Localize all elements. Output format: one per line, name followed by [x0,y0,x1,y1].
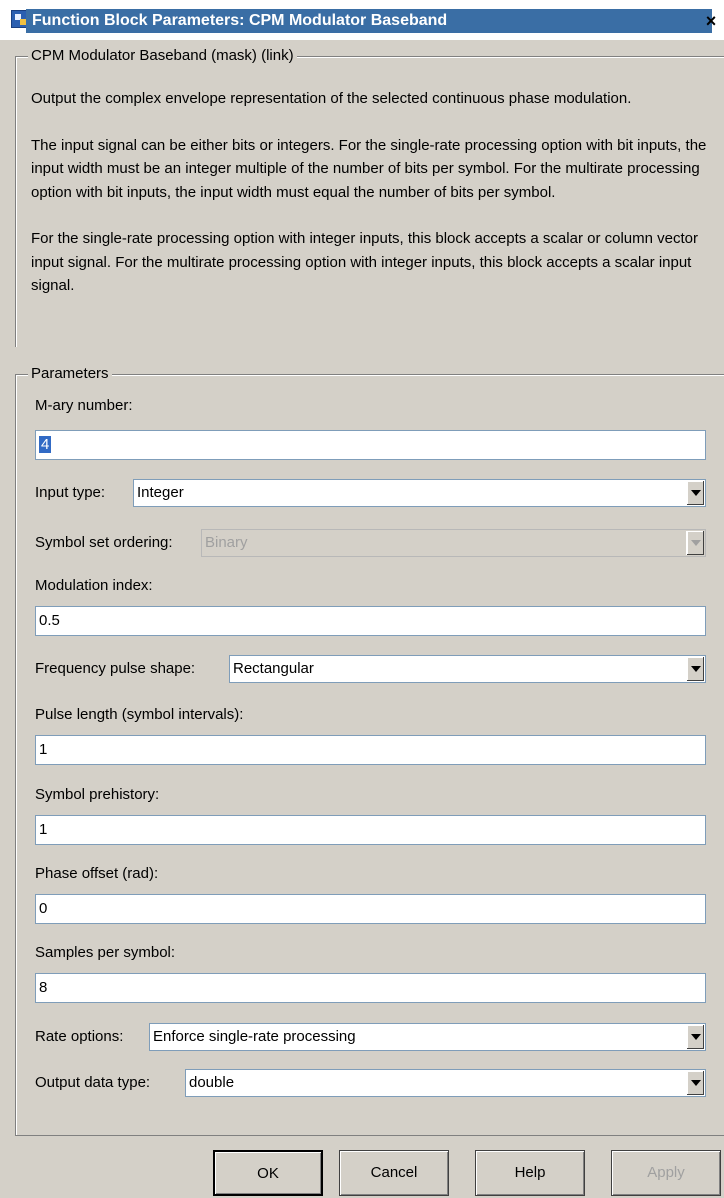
symbol-prehistory-label: Symbol prehistory: [35,786,160,803]
input-type-value: Integer [137,484,184,501]
rate-options-select[interactable]: Enforce single-rate processing [149,1023,706,1051]
mary-number-label: M-ary number: [35,397,133,414]
apply-button: Apply [611,1150,721,1196]
symbol-ordering-select: Binary [201,529,706,557]
pulse-length-label: Pulse length (symbol intervals): [35,706,244,723]
output-data-type-select[interactable]: double [185,1069,706,1097]
frequency-pulse-value: Rectangular [233,660,314,677]
frequency-pulse-label: Frequency pulse shape: [35,660,196,677]
chevron-down-icon[interactable] [686,1025,704,1049]
modulation-index-label: Modulation index: [35,577,153,594]
chevron-down-icon[interactable] [686,1071,704,1095]
phase-offset-label: Phase offset (rad): [35,865,159,882]
description-legend: CPM Modulator Baseband (mask) (link) [28,47,297,65]
mary-number-input[interactable]: 4 [35,430,706,460]
output-data-type-label: Output data type: [35,1074,151,1091]
title-bar: Function Block Parameters: CPM Modulator… [0,0,724,40]
input-type-select[interactable]: Integer [133,479,706,507]
description-paragraph: For the single-rate processing option wi… [31,230,698,294]
parameters-legend: Parameters [28,365,112,383]
help-button[interactable]: Help [475,1150,585,1196]
input-type-label: Input type: [35,484,106,501]
chevron-down-icon[interactable] [686,657,704,681]
frequency-pulse-select[interactable]: Rectangular [229,655,706,683]
close-button[interactable]: × [700,10,722,32]
modulation-index-input[interactable]: 0.5 [35,606,706,636]
ok-button[interactable]: OK [213,1150,323,1196]
window-title: Function Block Parameters: CPM Modulator… [26,9,712,33]
chevron-down-icon [686,531,704,555]
cancel-button[interactable]: Cancel [339,1150,449,1196]
rate-options-label: Rate options: [35,1028,124,1045]
chevron-down-icon[interactable] [686,481,704,505]
description-text: Output the complex envelope representati… [31,87,711,321]
rate-options-value: Enforce single-rate processing [153,1028,356,1045]
symbol-ordering-value: Binary [205,534,248,551]
description-paragraph: The input signal can be either bits or i… [31,136,707,201]
phase-offset-input[interactable]: 0 [35,894,706,924]
description-paragraph: Output the complex envelope representati… [31,90,632,107]
output-data-type-value: double [189,1074,235,1091]
samples-per-symbol-label: Samples per symbol: [35,944,176,961]
samples-per-symbol-input[interactable]: 8 [35,973,706,1003]
mary-number-value: 4 [39,436,52,453]
pulse-length-input[interactable]: 1 [35,735,706,765]
description-group: CPM Modulator Baseband (mask) (link) Out… [15,47,724,347]
symbol-prehistory-input[interactable]: 1 [35,815,706,845]
symbol-ordering-label: Symbol set ordering: [35,534,173,551]
